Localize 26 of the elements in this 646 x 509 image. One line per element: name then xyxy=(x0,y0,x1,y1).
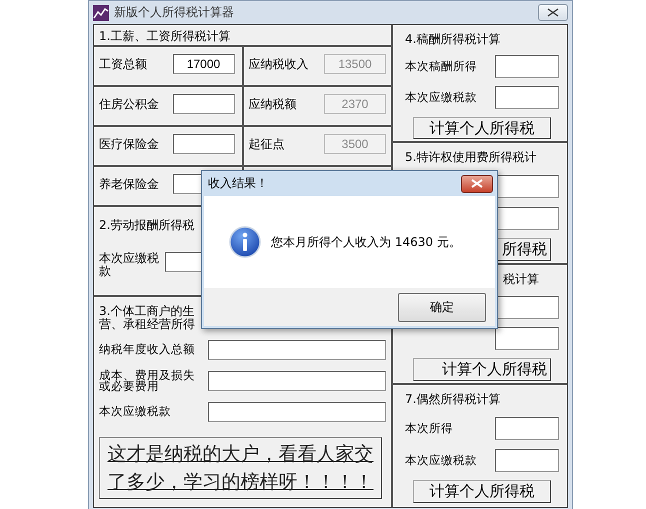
field-label: 养老保险金 xyxy=(99,176,159,193)
field-label: 应纳税额 xyxy=(248,96,296,113)
field-label: 本次应缴税款 xyxy=(405,452,478,468)
field-label: 本次稿酬所得 xyxy=(405,59,478,74)
section-title: 7.偶然所得税计算 xyxy=(405,391,502,408)
section-heading: 1.工薪、工资所得税计算 xyxy=(94,25,393,47)
window-title: 新版个人所得税计算器 xyxy=(114,4,235,21)
section-title: 4.稿酬所得税计算 xyxy=(405,31,502,48)
section-title: 5.特许权使用费所得税计 xyxy=(405,149,538,166)
dialog-title: 收入结果！ xyxy=(208,175,268,192)
section-title: 税计算 xyxy=(502,271,540,288)
field-label: 本次应缴税款 xyxy=(405,90,478,106)
field-label: 成本、费用及损失或必要费用 xyxy=(99,370,196,392)
field-label: 应纳税收入 xyxy=(248,56,308,73)
section-title: 3.个体工商户的生 xyxy=(99,305,196,318)
section-title: 营、承租经营所得 xyxy=(99,318,196,331)
field-label: 起征点 xyxy=(248,136,284,153)
field-label: 住房公积金 xyxy=(99,96,159,113)
dialog-message: 您本月所得个人收入为 14630 元。 xyxy=(271,234,461,250)
field-label: 纳税年度收入总额 xyxy=(99,344,196,355)
field-label: 本次应缴税款 xyxy=(99,406,172,417)
section-title: 2.劳动报酬所得税 xyxy=(99,217,196,234)
field-label: 医疗保险金 xyxy=(99,136,159,153)
field-label: 本次应缴税款 xyxy=(99,252,160,278)
field-label: 工资总额 xyxy=(99,56,147,73)
field-label: 本次所得 xyxy=(405,420,454,436)
